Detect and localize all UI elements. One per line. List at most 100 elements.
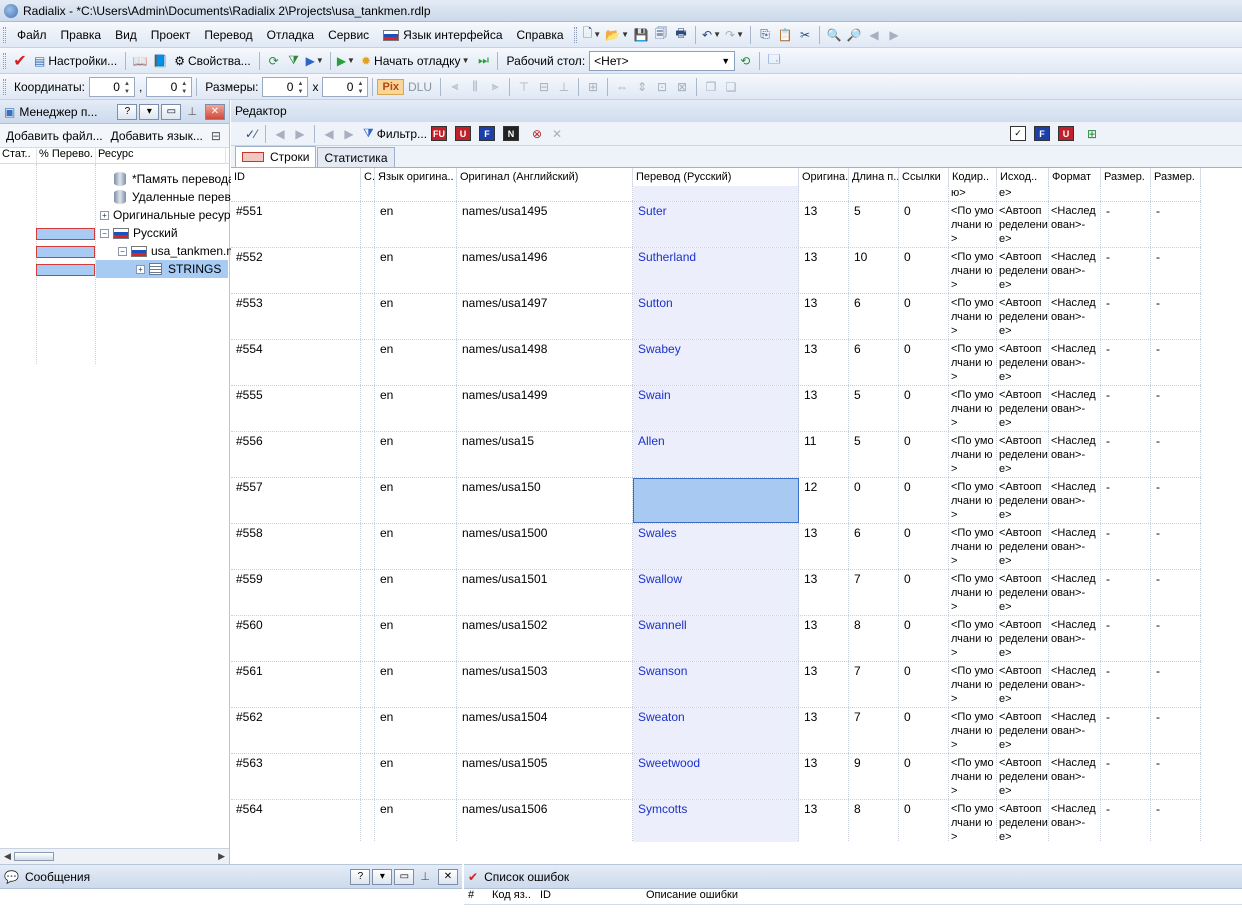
cell-size1[interactable]: - [1101, 432, 1151, 477]
add-file-button[interactable]: Добавить файл... [6, 129, 103, 143]
table-row[interactable]: #562 en names/usa1504 Sweaton 13 7 0 <По умолча… [231, 708, 1201, 754]
messages-menu-button[interactable]: ▾ [372, 868, 393, 885]
cell-id[interactable]: #553 [231, 294, 361, 339]
forward-arrow-icon[interactable]: ▶ [884, 24, 904, 46]
cell-original[interactable]: names/usa1506 [457, 800, 633, 842]
desktop-settings-icon[interactable]: 🗔 [764, 50, 784, 72]
scroll-right-icon[interactable]: ▶ [218, 851, 225, 862]
cell-size2[interactable]: - [1151, 248, 1201, 293]
cell-original[interactable]: names/usa1498 [457, 340, 633, 385]
cell-encoding[interactable]: <По умолчани ю> [949, 202, 997, 247]
cell-encoding[interactable]: <По умолчани ю> [949, 708, 997, 753]
u-toggle-icon[interactable]: U [1058, 126, 1074, 141]
table-row[interactable]: ю> е> [231, 186, 1201, 202]
grid-cell[interactable] [1049, 186, 1101, 201]
cell-format[interactable]: <Наслед ован>- [1049, 294, 1101, 339]
cell-original[interactable]: names/usa1500 [457, 524, 633, 569]
align-middle-icon[interactable]: ⊟ [534, 76, 554, 98]
cell-size1[interactable]: - [1101, 386, 1151, 431]
tree-horizontal-scrollbar[interactable]: ◀ ▶ [0, 848, 229, 864]
cell-id[interactable]: #557 [231, 478, 361, 523]
cell-size1[interactable]: - [1101, 800, 1151, 842]
cell-id[interactable]: #562 [231, 708, 361, 753]
cell-status[interactable] [361, 708, 375, 753]
table-row[interactable]: #554 en names/usa1498 Swabey 13 6 0 <По умолчан… [231, 340, 1201, 386]
open-folder-icon[interactable]: 📂 ▼ [603, 24, 631, 46]
build-icon[interactable]: ⟳ [264, 50, 284, 72]
grid-cell[interactable] [231, 186, 361, 201]
cell-translation[interactable]: Sweetwood [633, 754, 799, 799]
add-language-button[interactable]: Добавить язык... [111, 129, 203, 143]
table-row[interactable]: #563 en names/usa1505 Sweetwood 13 9 0 <По умол… [231, 754, 1201, 800]
cell-id[interactable]: #560 [231, 616, 361, 661]
panel-restore-button[interactable]: ▭ [161, 103, 182, 120]
table-row[interactable]: #552 en names/usa1496 Sutherland 13 10 0 <По ум… [231, 248, 1201, 294]
table-row[interactable]: #564 en names/usa1506 Symcotts 13 8 0 <По умолч… [231, 800, 1201, 842]
cell-translation[interactable]: Symcotts [633, 800, 799, 842]
grid-col-header[interactable]: Размер. [1151, 168, 1201, 186]
cell-status[interactable] [361, 524, 375, 569]
grid-cell[interactable] [899, 186, 949, 201]
cell-status[interactable] [361, 570, 375, 615]
table-row[interactable]: #555 en names/usa1499 Swain 13 5 0 <По умолчани… [231, 386, 1201, 432]
send-back-icon[interactable]: ❏ [721, 76, 741, 98]
paste-icon[interactable]: 📋 [775, 24, 795, 46]
cell-refs[interactable]: 0 [899, 754, 949, 799]
cell-size2[interactable]: - [1151, 524, 1201, 569]
save-icon[interactable]: 💾 [631, 24, 651, 46]
cell-id[interactable]: #556 [231, 432, 361, 477]
cell-encoding[interactable]: <По умолчани ю> [949, 754, 997, 799]
prev-untranslated-icon[interactable]: ◀ [319, 123, 339, 145]
tree-item-strings[interactable]: + STRINGS [96, 260, 228, 278]
cell-format[interactable]: <Наслед ован>- [1049, 478, 1101, 523]
tree-item-original-resources[interactable]: + Оригинальные ресурсы [100, 206, 245, 224]
cell-id[interactable]: #554 [231, 340, 361, 385]
cell-source[interactable]: <Автооп ределени е> [997, 708, 1049, 753]
copy-icon[interactable]: ⎘ [755, 24, 775, 46]
properties-button[interactable]: ⚙ Свойства... [170, 50, 254, 72]
menu-file[interactable]: Файл [10, 24, 54, 46]
cell-lang[interactable]: en [375, 432, 457, 477]
cell-format[interactable]: <Наслед ован>- [1049, 800, 1101, 842]
table-row[interactable]: #558 en names/usa1500 Swales 13 6 0 <По умолчан… [231, 524, 1201, 570]
cell-source[interactable]: <Автооп ределени е> [997, 570, 1049, 615]
cell-size1[interactable]: - [1101, 708, 1151, 753]
grid-col-header[interactable]: Перевод (Русский) [633, 168, 799, 186]
grid-cell[interactable] [799, 186, 849, 201]
cell-id[interactable]: #559 [231, 570, 361, 615]
cell-size1[interactable]: - [1101, 754, 1151, 799]
cell-original[interactable]: names/usa1499 [457, 386, 633, 431]
cell-size2[interactable]: - [1151, 800, 1201, 842]
tree-options-icon[interactable]: ⊟ [211, 129, 221, 143]
cell-format[interactable]: <Наслед ован>- [1049, 202, 1101, 247]
play-green-icon[interactable]: ▶ ▼ [335, 50, 357, 72]
bring-front-icon[interactable]: ❐ [701, 76, 721, 98]
cell-source[interactable]: <Автооп ределени е> [997, 754, 1049, 799]
cell-translation[interactable]: Swannell [633, 616, 799, 661]
cell-id[interactable]: #561 [231, 662, 361, 707]
cell-id[interactable]: #552 [231, 248, 361, 293]
grid-col-header[interactable]: Формат [1049, 168, 1101, 186]
cell-encoding[interactable]: <По умолчани ю> [949, 294, 997, 339]
coord-x-input[interactable]: 0 [88, 76, 135, 97]
errors-col-id[interactable]: ID [536, 889, 642, 904]
expand-icon[interactable]: + [100, 210, 109, 220]
cell-trans-length[interactable]: 9 [849, 754, 899, 799]
cell-lang[interactable]: en [375, 616, 457, 661]
cell-size1[interactable]: - [1101, 248, 1151, 293]
cell-format[interactable]: <Наслед ован>- [1049, 662, 1101, 707]
menu-edit[interactable]: Правка [54, 24, 109, 46]
grid-col-header[interactable]: Оригина.. [799, 168, 849, 186]
cell-trans-length[interactable]: 7 [849, 570, 899, 615]
cell-original[interactable]: names/usa1495 [457, 202, 633, 247]
cell-lang[interactable]: en [375, 662, 457, 707]
cell-source[interactable]: <Автооп ределени е> [997, 248, 1049, 293]
cell-format[interactable]: <Наслед ован>- [1049, 386, 1101, 431]
cell-encoding[interactable]: <По умолчани ю> [949, 386, 997, 431]
cell-trans-length[interactable]: 6 [849, 340, 899, 385]
cell-orig-length[interactable]: 13 [799, 524, 849, 569]
cell-refs[interactable]: 0 [899, 616, 949, 661]
cell-size1[interactable]: - [1101, 662, 1151, 707]
grid-cell[interactable] [375, 186, 457, 201]
table-row[interactable]: #561 en names/usa1503 Swanson 13 7 0 <По умолча… [231, 662, 1201, 708]
